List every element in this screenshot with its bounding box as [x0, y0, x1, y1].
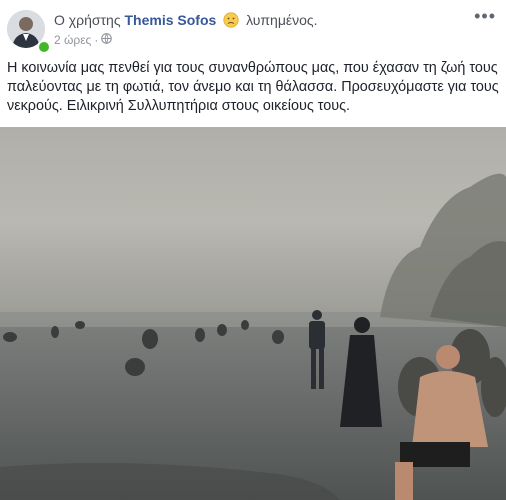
post-photo[interactable] — [0, 127, 506, 500]
post-header-line: Ο χρήστης Themis Sofos λυπημένος. — [54, 12, 318, 31]
post-timestamp[interactable]: 2 ώρες — [54, 33, 91, 47]
more-options-icon[interactable]: ••• — [474, 6, 496, 27]
author-name[interactable]: Themis Sofos — [124, 12, 216, 28]
online-status-indicator — [37, 40, 51, 54]
post-header: Ο χρήστης Themis Sofos λυπημένος. 2 ώρες… — [0, 0, 506, 56]
globe-icon[interactable] — [101, 33, 113, 47]
sad-face-icon — [223, 12, 239, 31]
author-prefix: Ο χρήστης — [54, 12, 121, 28]
post-text: Η κοινωνία μας πενθεί για τους συνανθρώπ… — [7, 60, 499, 114]
post-meta: 2 ώρες · — [54, 33, 113, 47]
separator-dot: · — [94, 33, 99, 47]
feeling-text: λυπημένος. — [246, 12, 318, 28]
